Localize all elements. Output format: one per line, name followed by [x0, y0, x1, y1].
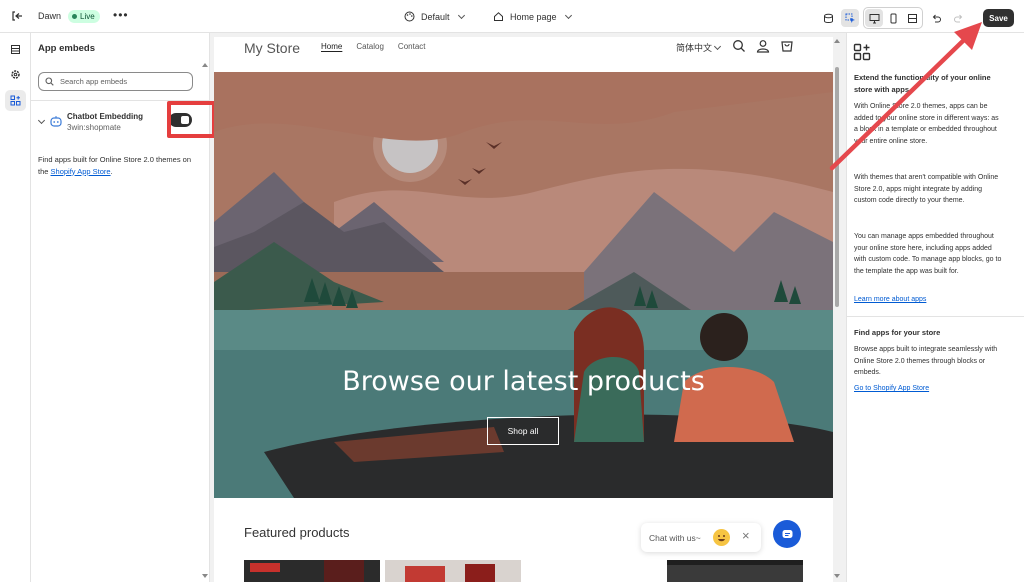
help-paragraph: With themes that aren't compatible with …	[854, 174, 999, 205]
chevron-down-icon	[564, 11, 572, 19]
learn-more-apps-link[interactable]: Learn more about apps	[854, 296, 926, 303]
page-selector[interactable]: Home page	[493, 9, 572, 24]
help-heading: Extend the functionality of your online …	[854, 73, 991, 94]
shop-all-button[interactable]: Shop all	[487, 417, 559, 445]
fullscreen-view-icon[interactable]	[903, 9, 921, 27]
nav-catalog[interactable]: Catalog	[356, 42, 384, 51]
store-header-icons	[732, 39, 794, 53]
help-paragraph: With Online Store 2.0 themes, apps can b…	[854, 103, 999, 146]
store-nav: Home Catalog Contact	[321, 42, 426, 51]
preview-scrollbar[interactable]	[833, 37, 841, 582]
sections-icon[interactable]	[5, 39, 26, 60]
sidebar-title: App embeds	[38, 43, 96, 54]
hero-banner: Browse our latest products Shop all	[214, 72, 833, 498]
app-embeds-sidebar: App embeds Chatbot Embedding 3win:shopma…	[31, 33, 216, 582]
chat-icon	[782, 529, 792, 538]
search-input[interactable]	[60, 77, 180, 86]
app-embed-name: Chatbot Embedding	[67, 112, 143, 121]
chatbot-icon	[50, 116, 62, 127]
smiley-emoji-icon	[713, 529, 730, 546]
sidebar-help-text: Find apps built for Online Store 2.0 the…	[38, 155, 192, 176]
undo-icon[interactable]	[927, 9, 945, 27]
account-icon[interactable]	[756, 39, 770, 53]
product-thumbnail[interactable]	[244, 560, 380, 582]
app-embeds-icon[interactable]	[5, 90, 26, 111]
hero-title: Browse our latest products	[342, 366, 705, 397]
annotation-highlight-box	[167, 101, 216, 138]
featured-products-title: Featured products	[244, 525, 350, 540]
save-button[interactable]: Save	[983, 9, 1014, 27]
product-thumbnail[interactable]	[385, 560, 521, 582]
redo-icon[interactable]	[949, 9, 967, 27]
cart-icon[interactable]	[780, 39, 794, 53]
product-thumbnail[interactable]	[667, 560, 803, 582]
more-actions-button[interactable]: •••	[113, 8, 129, 22]
viewport-switcher	[863, 7, 923, 29]
left-rail	[0, 33, 31, 582]
language-selector[interactable]: 简体中文	[676, 41, 722, 54]
help-heading: Find apps for your store	[854, 328, 941, 337]
chat-invite-text: Chat with us~	[649, 533, 701, 543]
apps-icon	[853, 43, 871, 61]
toolbar-actions: Save	[819, 7, 1014, 29]
chevron-down-icon	[457, 11, 465, 19]
palette-icon	[404, 11, 415, 22]
theme-preset-selector[interactable]: Default	[404, 9, 465, 24]
page-label: Home page	[510, 11, 557, 22]
theme-name: Dawn	[38, 11, 62, 21]
product-image	[385, 560, 521, 582]
database-icon[interactable]	[819, 9, 837, 27]
home-icon	[494, 12, 503, 21]
store-logo[interactable]: My Store	[244, 40, 300, 56]
help-paragraph: Browse apps built to integrate seamlessl…	[854, 346, 998, 377]
help-paragraph: You can manage apps embedded throughout …	[854, 233, 1002, 276]
chat-invite-bubble[interactable]: Chat with us~ ×	[641, 523, 761, 552]
desktop-view-icon[interactable]	[865, 9, 883, 27]
live-status-badge: Live	[68, 10, 100, 23]
help-panel: Extend the functionality of your online …	[846, 33, 1024, 582]
nav-home[interactable]: Home	[321, 42, 342, 51]
divider	[847, 316, 1024, 317]
store-preview: My Store Home Catalog Contact 简体中文 Brows…	[214, 37, 833, 582]
app-embed-source: 3win:shopmate	[67, 123, 121, 132]
search-app-embeds[interactable]	[38, 72, 193, 91]
product-image	[667, 560, 803, 582]
search-icon	[45, 77, 54, 86]
search-icon[interactable]	[732, 39, 746, 53]
go-to-app-store-link[interactable]: Go to Shopify App Store	[854, 385, 929, 392]
chevron-down-icon[interactable]	[37, 116, 46, 125]
chat-close-icon[interactable]: ×	[742, 528, 750, 543]
chevron-down-icon	[713, 42, 722, 50]
theme-settings-gear-icon[interactable]	[5, 64, 26, 85]
mobile-view-icon[interactable]	[884, 9, 902, 27]
top-bar: Dawn Live ••• Default Home page Save	[0, 0, 1024, 33]
exit-icon[interactable]	[10, 9, 24, 23]
inspector-icon[interactable]	[841, 9, 859, 27]
store-header: My Store Home Catalog Contact 简体中文	[214, 37, 833, 72]
shopify-app-store-link[interactable]: Shopify App Store	[51, 167, 111, 176]
nav-contact[interactable]: Contact	[398, 42, 426, 51]
preset-label: Default	[421, 11, 450, 22]
chat-launcher-button[interactable]	[773, 520, 801, 548]
product-image	[244, 560, 380, 582]
sidebar-scrollbar[interactable]	[202, 63, 209, 582]
